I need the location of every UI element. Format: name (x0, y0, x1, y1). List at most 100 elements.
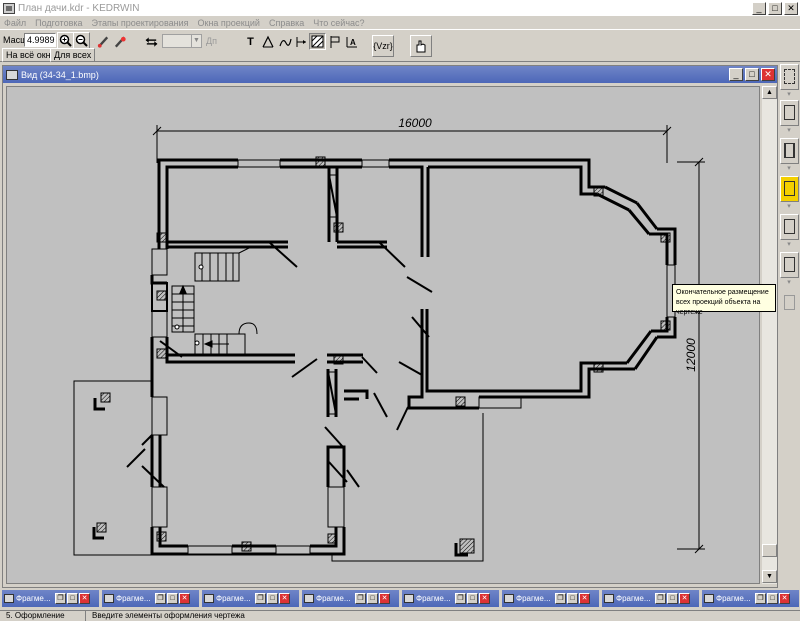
maximize-button[interactable]: □ (767, 593, 778, 604)
close-button[interactable]: ✕ (79, 593, 90, 604)
maximize-button[interactable]: □ (667, 593, 678, 604)
task-fragment-6[interactable]: Фрагме... ❐ □ ✕ (502, 590, 599, 607)
scroll-thumb[interactable] (762, 544, 777, 557)
scroll-up-icon[interactable]: ▲ (762, 86, 777, 99)
restore-button[interactable]: ❐ (555, 593, 566, 604)
hatch-icon[interactable] (309, 33, 326, 50)
angle-icon[interactable] (259, 33, 276, 50)
combo-hint: Дп (206, 36, 217, 46)
mdi-taskbar: Фрагме... ❐ □ ✕ Фрагме... ❐ □ ✕ Фрагме..… (0, 588, 800, 610)
formula-button[interactable]: {Vzr} (372, 35, 394, 57)
fragment-window-icon (704, 594, 714, 603)
maximize-button[interactable]: □ (267, 593, 278, 604)
zoom-in-icon[interactable] (57, 32, 74, 49)
task-fragment-1[interactable]: Фрагме... ❐ □ ✕ (2, 590, 99, 607)
level-icon[interactable] (780, 138, 799, 164)
floor-plan-drawing: 16000 12000 (73, 116, 705, 562)
fragment-window-icon (204, 594, 214, 603)
view-minimize-button[interactable]: _ (729, 68, 743, 81)
task-fragment-7[interactable]: Фрагме... ❐ □ ✕ (602, 590, 699, 607)
chevron-down-icon: ▾ (787, 127, 791, 134)
restore-button[interactable]: ❐ (55, 593, 66, 604)
tooltip: Окончательное размещение всех проекций о… (672, 284, 776, 316)
menu-file[interactable]: Файл (4, 18, 26, 28)
flag-icon[interactable] (326, 33, 343, 50)
view-icon[interactable] (6, 69, 18, 80)
chevron-down-icon: ▾ (787, 241, 791, 248)
text-icon[interactable]: T (242, 33, 259, 50)
arrows-icon[interactable] (143, 33, 160, 50)
restore-button[interactable]: ❐ (355, 593, 366, 604)
task-fragment-8[interactable]: Фрагме... ❐ □ ✕ (702, 590, 799, 607)
view-close-button[interactable]: ✕ (761, 68, 775, 81)
close-button[interactable]: ✕ (784, 1, 798, 15)
fragment-icon[interactable] (780, 64, 799, 90)
menu-help[interactable]: Справка (269, 18, 304, 28)
sheet-icon[interactable] (780, 252, 799, 278)
restore-button[interactable]: ❐ (655, 593, 666, 604)
stairs-icon[interactable] (780, 100, 799, 126)
maximize-button[interactable]: □ (567, 593, 578, 604)
menu-bar: Файл Подготовка Этапы проектирования Окн… (0, 16, 800, 29)
for-all-button[interactable]: Для всех (50, 48, 96, 62)
restore-button[interactable]: ❐ (155, 593, 166, 604)
menu-whats-now[interactable]: Что сейчас? (313, 18, 364, 28)
close-button[interactable]: ✕ (679, 593, 690, 604)
minimize-button[interactable]: _ (752, 1, 766, 15)
chevron-down-icon: ▾ (787, 91, 791, 98)
restore-button[interactable]: ❐ (455, 593, 466, 604)
drawing-canvas[interactable]: 16000 12000 (6, 86, 760, 584)
app-icon[interactable] (3, 2, 15, 14)
kedrwin-app: План дачи.kdr - KEDRWIN _ □ ✕ Файл Подго… (0, 0, 800, 621)
task-fragment-2[interactable]: Фрагме... ❐ □ ✕ (102, 590, 199, 607)
window-title: План дачи.kdr - KEDRWIN (18, 2, 140, 14)
chevron-down-icon[interactable]: ▼ (191, 35, 201, 47)
menu-design-stages[interactable]: Этапы проектирования (92, 18, 189, 28)
close-button[interactable]: ✕ (779, 593, 790, 604)
dimension-arrow-icon[interactable] (292, 33, 309, 50)
staircase (171, 246, 258, 355)
restore-button[interactable]: ❐ (255, 593, 266, 604)
task-fragment-3[interactable]: Фрагме... ❐ □ ✕ (202, 590, 299, 607)
zoom-out-icon[interactable] (73, 32, 90, 49)
restore-button[interactable]: ❐ (755, 593, 766, 604)
menu-projection-windows[interactable]: Окна проекций (198, 18, 260, 28)
text-edit-icon[interactable] (780, 214, 799, 240)
menu-preparation[interactable]: Подготовка (35, 18, 82, 28)
close-button[interactable]: ✕ (379, 593, 390, 604)
vertical-scrollbar[interactable]: ▲ ▼ (762, 86, 777, 584)
print-icon[interactable] (780, 290, 799, 316)
close-button[interactable]: ✕ (579, 593, 590, 604)
right-tool-panel: ▾ ▾ ▾ ▾ ▾ ▾ (779, 62, 800, 586)
task-fragment-4[interactable]: Фрагме... ❐ □ ✕ (302, 590, 399, 607)
maximize-button[interactable]: □ (167, 593, 178, 604)
view-title-bar[interactable]: Вид (34-34_1.bmp) _ □ ✕ (3, 66, 777, 83)
fragment-window-icon (404, 594, 414, 603)
left-walls (150, 248, 346, 556)
status-step: 5. Оформление (2, 611, 86, 621)
scale-input[interactable]: 4.9989 (24, 33, 56, 47)
close-button[interactable]: ✕ (279, 593, 290, 604)
svg-text:A: A (350, 38, 356, 47)
close-button[interactable]: ✕ (179, 593, 190, 604)
fragment-window-icon (104, 594, 114, 603)
fragment-window-icon (304, 594, 314, 603)
close-button[interactable]: ✕ (479, 593, 490, 604)
maximize-button[interactable]: □ (768, 1, 782, 15)
leader-icon[interactable]: A (343, 33, 360, 50)
task-fragment-5[interactable]: Фрагме... ❐ □ ✕ (402, 590, 499, 607)
chevron-down-icon: ▾ (787, 279, 791, 286)
fragment-window-icon (504, 594, 514, 603)
pencil-icon[interactable] (95, 33, 112, 50)
dimension-icon[interactable] (276, 33, 293, 50)
maximize-button[interactable]: □ (367, 593, 378, 604)
layer-combo[interactable]: ▼ (162, 34, 202, 48)
view-maximize-button[interactable]: □ (745, 68, 759, 81)
placement-icon[interactable] (780, 176, 799, 202)
hand-icon[interactable] (410, 35, 432, 57)
maximize-button[interactable]: □ (467, 593, 478, 604)
eraser-icon[interactable] (112, 33, 129, 50)
fragment-window-icon (604, 594, 614, 603)
maximize-button[interactable]: □ (67, 593, 78, 604)
scroll-down-icon[interactable]: ▼ (762, 570, 777, 583)
